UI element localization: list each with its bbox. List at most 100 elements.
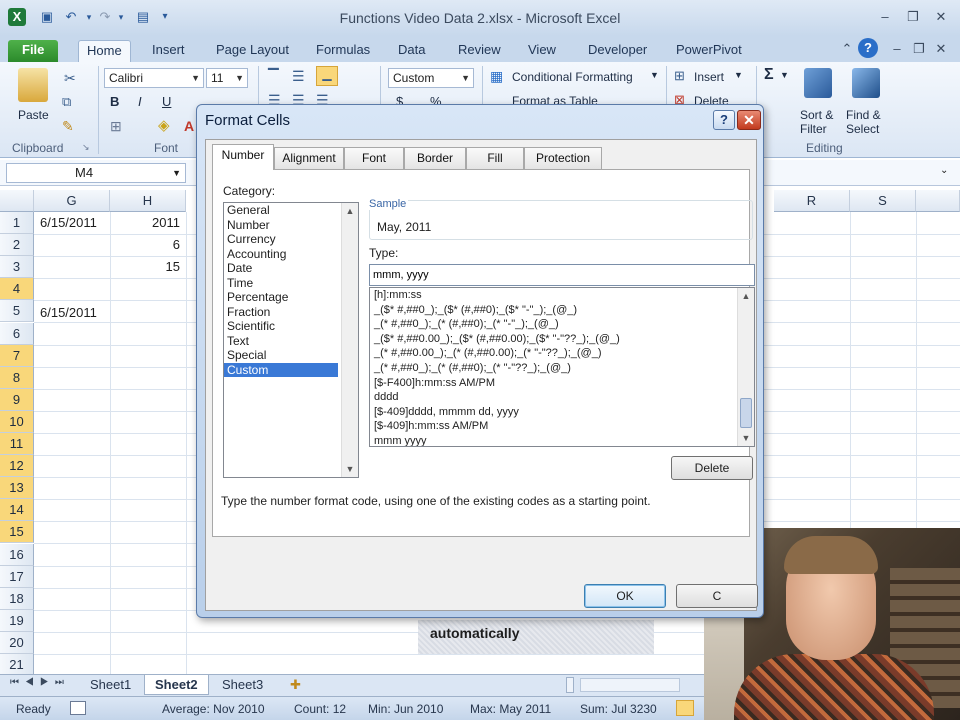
tab-powerpivot[interactable]: PowerPivot	[668, 40, 750, 62]
ok-button[interactable]: OK	[584, 584, 666, 608]
conditional-formatting-button[interactable]: Conditional Formatting	[512, 70, 633, 84]
sort-filter-icon[interactable]	[804, 68, 832, 98]
row-header[interactable]: 3	[0, 256, 34, 279]
dialog-help-button[interactable]: ?	[713, 110, 735, 130]
find-select-label-1[interactable]: Find &	[846, 108, 881, 122]
cell-g1[interactable]: 6/15/2011	[40, 212, 97, 234]
row-header[interactable]: 5	[0, 300, 34, 323]
row-header[interactable]: 4	[0, 278, 34, 301]
paste-button[interactable]: Paste	[18, 108, 49, 122]
type-format-item[interactable]: _(* #,##0_);_(* (#,##0);_(* "-"_);_(@_)	[370, 317, 732, 332]
close-workbook-icon[interactable]: ✕	[930, 40, 952, 58]
font-name-combo[interactable]: Calibri ▼	[104, 68, 204, 88]
type-format-item[interactable]: _(* #,##0_);_(* (#,##0);_(* "-"??_);_(@_…	[370, 361, 732, 376]
type-format-item[interactable]: [$-409]h:mm:ss AM/PM	[370, 419, 732, 434]
dialog-tab-fill[interactable]: Fill	[466, 147, 524, 169]
collapse-ribbon-icon[interactable]: ⌃	[836, 40, 858, 58]
cell-h1[interactable]: 2011	[110, 212, 180, 234]
minimize-icon[interactable]: –	[874, 8, 896, 26]
sheet-tab-sheet2[interactable]: Sheet2	[144, 675, 209, 695]
dialog-close-button[interactable]: ✕	[737, 110, 761, 130]
type-format-input[interactable]	[369, 264, 755, 286]
row-header[interactable]: 10	[0, 410, 34, 433]
category-list[interactable]: General Number Currency Accounting Date Time P…	[223, 202, 359, 478]
type-format-list[interactable]: [h]:mm:ss _($* #,##0_);_($* (#,##0);_($* …	[369, 287, 755, 447]
type-format-item[interactable]: _($* #,##0.00_);_($* (#,##0.00);_($* "-"…	[370, 332, 732, 347]
cut-icon[interactable]: ✂	[64, 70, 76, 87]
row-header[interactable]: 8	[0, 366, 34, 389]
restore-icon[interactable]: ❐	[902, 8, 924, 26]
top-align-icon[interactable]: ▔	[268, 68, 279, 85]
row-header[interactable]: 6	[0, 322, 34, 345]
dialog-tab-font[interactable]: Font	[344, 147, 404, 169]
row-header[interactable]: 2	[0, 234, 34, 257]
type-format-item[interactable]: dddd	[370, 390, 732, 405]
tab-split-handle[interactable]	[566, 677, 574, 693]
row-header[interactable]: 13	[0, 477, 34, 500]
tab-file[interactable]: File	[8, 40, 59, 62]
select-all-corner[interactable]	[0, 190, 34, 212]
delete-format-button[interactable]: Delete	[671, 456, 753, 480]
normal-view-icon[interactable]	[676, 700, 694, 716]
column-header[interactable]: G	[34, 190, 110, 212]
row-header[interactable]: 17	[0, 565, 34, 588]
row-header[interactable]: 20	[0, 631, 34, 654]
category-item[interactable]: Text	[224, 334, 338, 349]
row-header[interactable]: 11	[0, 433, 34, 455]
category-scrollbar[interactable]: ▲ ▼	[341, 203, 358, 477]
underline-button[interactable]: U	[162, 94, 171, 109]
row-header[interactable]: 19	[0, 609, 34, 632]
category-item[interactable]: Currency	[224, 232, 338, 247]
minimize-workbook-icon[interactable]: –	[886, 40, 908, 58]
scroll-down-icon[interactable]: ▼	[342, 461, 358, 477]
type-list-scrollbar[interactable]: ▲ ▼	[737, 288, 754, 446]
copy-icon[interactable]: ⧉	[62, 94, 71, 110]
name-box[interactable]: M4 ▼	[6, 163, 186, 183]
category-item[interactable]: Time	[224, 276, 338, 291]
tab-home[interactable]: Home	[78, 40, 131, 62]
chevron-down-icon[interactable]: ▼	[780, 70, 789, 80]
type-format-item[interactable]: [$-F400]h:mm:ss AM/PM	[370, 376, 732, 391]
tab-formulas[interactable]: Formulas	[308, 40, 378, 62]
category-item[interactable]: Special	[224, 348, 338, 363]
horizontal-scrollbar[interactable]	[580, 678, 680, 692]
middle-align-icon[interactable]: ☰	[292, 68, 305, 85]
row-header[interactable]: 1	[0, 212, 34, 234]
tab-developer[interactable]: Developer	[580, 40, 655, 62]
category-item[interactable]: Number	[224, 218, 338, 233]
font-size-combo[interactable]: 11 ▼	[206, 68, 248, 88]
row-header[interactable]: 14	[0, 499, 34, 522]
number-format-combo[interactable]: Custom ▼	[388, 68, 474, 88]
column-header[interactable]: R	[774, 190, 850, 212]
row-header[interactable]: 7	[0, 344, 34, 367]
type-format-item[interactable]: mmm yyyy	[370, 434, 732, 446]
scroll-up-icon[interactable]: ▲	[342, 203, 358, 219]
type-format-item[interactable]: _($* #,##0_);_($* (#,##0);_($* "-"_);_(@…	[370, 303, 732, 318]
insert-sheet-icon[interactable]: ✚	[280, 675, 311, 695]
cell-h2[interactable]: 6	[110, 234, 180, 256]
sheet-tab-sheet3[interactable]: Sheet3	[212, 675, 273, 695]
scroll-up-icon[interactable]: ▲	[738, 288, 754, 304]
fill-color-icon[interactable]: ◈	[158, 116, 170, 134]
dialog-tab-alignment[interactable]: Alignment	[274, 147, 344, 169]
column-header[interactable]: S	[850, 190, 916, 212]
insert-cells-button[interactable]: Insert	[694, 70, 724, 84]
row-header[interactable]: 18	[0, 587, 34, 610]
tab-page-layout[interactable]: Page Layout	[208, 40, 297, 62]
row-header[interactable]: 12	[0, 455, 34, 478]
tab-data[interactable]: Data	[390, 40, 433, 62]
category-item[interactable]: Percentage	[224, 290, 338, 305]
help-icon[interactable]: ?	[858, 38, 878, 58]
row-header[interactable]: 9	[0, 388, 34, 411]
chevron-down-icon[interactable]: ▼	[650, 70, 659, 80]
dialog-tab-border[interactable]: Border	[404, 147, 466, 169]
type-format-item[interactable]: [h]:mm:ss	[370, 288, 732, 303]
dialog-tab-number[interactable]: Number	[212, 144, 274, 170]
paste-icon[interactable]	[18, 68, 48, 102]
cell-h3[interactable]: 15	[110, 256, 180, 278]
scroll-down-icon[interactable]: ▼	[738, 430, 754, 446]
category-item[interactable]: General	[224, 203, 338, 218]
expand-formula-bar-icon[interactable]: ⌄	[940, 165, 948, 176]
restore-workbook-icon[interactable]: ❐	[908, 40, 930, 58]
category-item[interactable]: Scientific	[224, 319, 338, 334]
